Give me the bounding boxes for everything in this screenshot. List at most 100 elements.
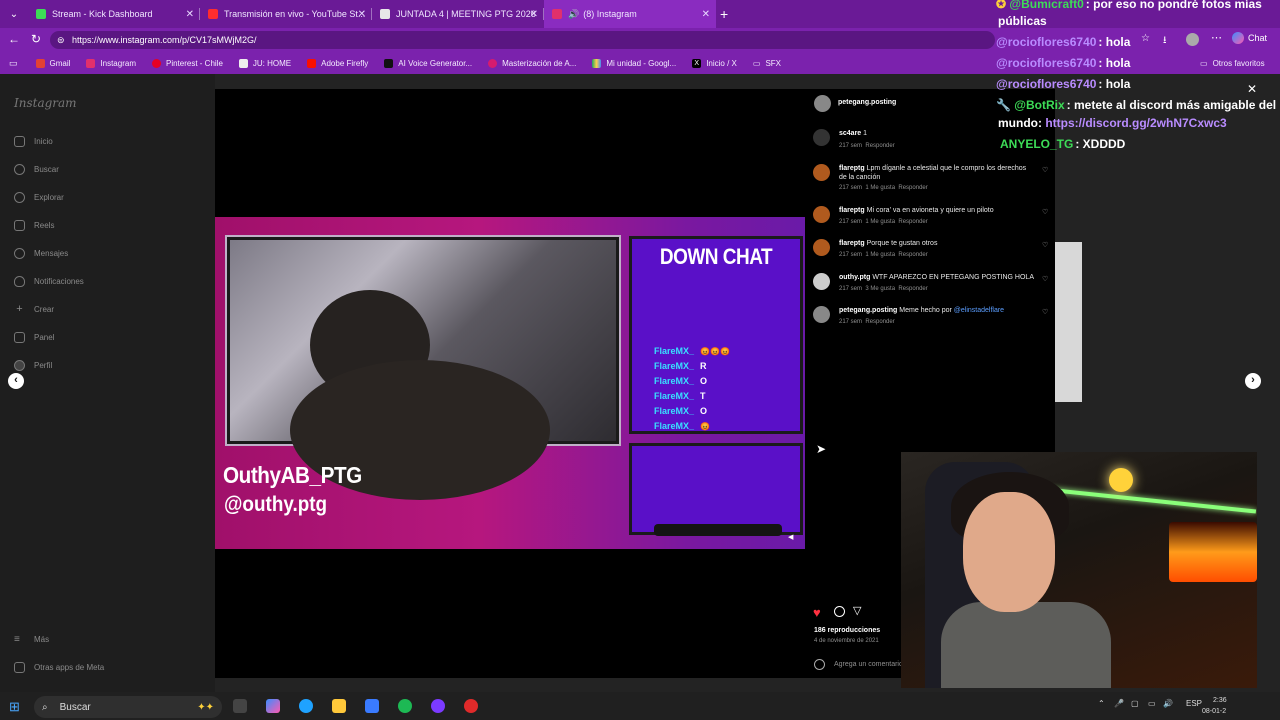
bookmark-pinterest[interactable]: Pinterest - Chile — [151, 58, 223, 68]
like-heart-icon[interactable]: ♡ — [1042, 241, 1048, 249]
close-icon[interactable]: ✕ — [186, 9, 194, 20]
bookmark-ai-voice[interactable]: AI Voice Generator... — [384, 58, 472, 68]
avatar[interactable] — [813, 164, 830, 181]
comment-user[interactable]: flareptg — [839, 207, 865, 214]
clock-date[interactable]: 08-01-2 — [1202, 708, 1226, 715]
post-author[interactable]: petegang.posting — [838, 99, 896, 106]
nav-reels[interactable]: Reels — [14, 220, 54, 231]
mention-link[interactable]: @elinstadelflare — [954, 307, 1004, 314]
nav-label: Crear — [34, 305, 55, 314]
emoji-icon[interactable] — [814, 659, 825, 670]
comment-user[interactable]: flareptg — [839, 165, 865, 172]
clock-time[interactable]: 2:36 — [1213, 697, 1227, 704]
like-heart-icon[interactable]: ♡ — [1042, 166, 1048, 174]
obs-taskbar-icon[interactable] — [464, 699, 478, 713]
microphone-icon[interactable]: 🎤 — [1114, 699, 1124, 708]
avatar[interactable] — [813, 306, 830, 323]
task-view-icon[interactable] — [233, 699, 247, 713]
reply-link[interactable]: Responder — [898, 219, 927, 225]
comment-likes[interactable]: 1 Me gusta — [865, 185, 895, 191]
close-icon[interactable]: ✕ — [530, 9, 538, 20]
author-avatar[interactable] — [814, 95, 831, 112]
language-indicator[interactable]: ESP — [1186, 699, 1202, 708]
reply-link[interactable]: Responder — [898, 252, 927, 258]
reply-link[interactable]: Responder — [898, 185, 927, 191]
share-icon[interactable]: ▽ — [853, 604, 861, 617]
nav-explorar[interactable]: Explorar — [14, 192, 64, 203]
nav-inicio[interactable]: Inicio — [14, 136, 53, 147]
mute-icon[interactable]: ◀ — [788, 533, 793, 541]
stream-chat-message-cont: públicas — [998, 14, 1047, 28]
windows-start-icon[interactable]: ⊞ — [9, 699, 20, 715]
bookmark-drive[interactable]: Mi unidad - Googl... — [592, 58, 676, 68]
spotify-taskbar-icon[interactable] — [398, 699, 412, 713]
like-heart-icon[interactable]: ♡ — [1042, 275, 1048, 283]
tray-icon[interactable]: ▢ — [1131, 699, 1139, 708]
bookmark-sfx[interactable]: ▭ SFX — [753, 59, 781, 68]
tab-youtube-studio[interactable]: Transmisión en vivo - YouTube St... ✕ — [200, 0, 372, 28]
bookmark-gmail[interactable]: Gmail — [35, 58, 70, 68]
bookmark-ju-home[interactable]: JU: HOME — [238, 58, 291, 68]
like-heart-icon[interactable]: ♡ — [1042, 308, 1048, 316]
prev-post-button[interactable]: ‹ — [8, 373, 24, 389]
nav-crear[interactable]: + Crear — [14, 304, 54, 315]
discord-taskbar-icon[interactable] — [431, 699, 445, 713]
comment-icon[interactable] — [834, 606, 845, 617]
next-post-button[interactable]: › — [1245, 373, 1261, 389]
nav-mensajes[interactable]: Mensajes — [14, 248, 68, 259]
bookmark-instagram[interactable]: Instagram — [86, 58, 136, 68]
nav-panel[interactable]: Panel — [14, 332, 54, 343]
comment-user[interactable]: petegang.posting — [839, 307, 897, 314]
avatar[interactable] — [813, 273, 830, 290]
avatar[interactable] — [813, 206, 830, 223]
close-icon[interactable]: ✕ — [358, 9, 366, 20]
comment-user[interactable]: sc4are — [839, 130, 861, 137]
reply-link[interactable]: Responder — [865, 143, 894, 149]
instagram-logo[interactable]: Instagram — [14, 96, 77, 110]
taskbar-search[interactable]: ⌕ Buscar ✦✦ — [34, 696, 222, 718]
avatar[interactable] — [813, 129, 830, 146]
like-heart-icon[interactable]: ♥ — [813, 605, 821, 620]
meme-handle: @outhy.ptg — [224, 493, 328, 516]
back-arrow-icon[interactable]: ← — [8, 32, 20, 46]
tab-list-chevron-icon[interactable]: ⌄ — [0, 0, 28, 28]
site-info-icon[interactable]: ⊜ — [57, 31, 65, 49]
bookmark-x[interactable]: X Inicio / X — [692, 58, 737, 68]
tab-kick-dashboard[interactable]: Stream - Kick Dashboard ✕ — [28, 0, 200, 28]
copilot-taskbar-icon[interactable] — [266, 699, 280, 713]
new-tab-button[interactable]: + — [720, 6, 740, 22]
url-field[interactable]: ⊜ https://www.instagram.com/p/CV17sMWjM2G… — [50, 31, 995, 49]
plus-icon: + — [16, 303, 23, 315]
messenger-icon — [14, 248, 25, 259]
nav-notificaciones[interactable]: Notificaciones — [14, 276, 84, 287]
bookmark-adobe-firefly[interactable]: Adobe Firefly — [307, 58, 368, 68]
nav-perfil[interactable]: Perfil — [14, 360, 52, 371]
close-icon[interactable]: ✕ — [702, 9, 710, 20]
comment-input[interactable]: Agrega un comentario... — [834, 661, 909, 668]
comment-likes[interactable]: 1 Me gusta — [865, 219, 895, 225]
volume-icon[interactable]: 🔊 — [1163, 699, 1173, 708]
tray-chevron-icon[interactable]: ⌃ — [1098, 699, 1105, 708]
comment-user[interactable]: flareptg — [839, 240, 865, 247]
comment-body: Meme hecho por — [899, 307, 952, 314]
tab-instagram[interactable]: 🔊 (8) Instagram ✕ — [544, 0, 716, 28]
nav-mas[interactable]: ≡ Más — [14, 634, 49, 645]
nav-meta-apps[interactable]: Otras apps de Meta — [14, 662, 104, 673]
network-icon[interactable]: ▭ — [1148, 699, 1156, 708]
reload-icon[interactable]: ↻ — [31, 32, 41, 46]
tab-notion-meeting[interactable]: JUNTADA 4 | MEETING PTG 2026 ✕ — [372, 0, 544, 28]
reply-link[interactable]: Responder — [865, 319, 894, 325]
like-heart-icon[interactable]: ♡ — [1042, 208, 1048, 216]
reply-link[interactable]: Responder — [898, 286, 927, 292]
chat-user: FlareMX_ — [654, 361, 695, 371]
avatar[interactable] — [813, 239, 830, 256]
comment-likes[interactable]: 3 Me gusta — [865, 286, 895, 292]
bookmark-masterizacion[interactable]: Masterización de A... — [488, 58, 576, 68]
file-explorer-icon[interactable] — [332, 699, 346, 713]
sidebar-toggle-icon[interactable]: ▭ — [9, 58, 18, 69]
edge-taskbar-icon[interactable] — [299, 699, 313, 713]
store-taskbar-icon[interactable] — [365, 699, 379, 713]
nav-buscar[interactable]: Buscar — [14, 164, 59, 175]
comment-user[interactable]: outhy.ptg — [839, 274, 870, 281]
comment-likes[interactable]: 1 Me gusta — [865, 252, 895, 258]
